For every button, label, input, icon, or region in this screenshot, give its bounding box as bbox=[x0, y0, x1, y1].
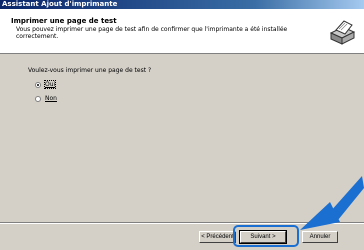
cancel-button[interactable]: Annuler bbox=[302, 231, 338, 243]
page-subtitle: Vous pouvez imprimer une page de test af… bbox=[16, 26, 288, 40]
radio-non[interactable]: Non bbox=[35, 94, 57, 103]
radio-oui[interactable]: Oui bbox=[35, 80, 57, 89]
radio-oui-button[interactable] bbox=[35, 81, 41, 88]
wizard-header: Imprimer une page de test Vous pouvez im… bbox=[0, 9, 364, 54]
page-title: Imprimer une page de test bbox=[11, 17, 117, 25]
back-button[interactable]: < Précédent bbox=[199, 231, 236, 243]
radio-non-label[interactable]: Non bbox=[45, 95, 57, 102]
window-title: Assistant Ajout d'imprimante bbox=[0, 0, 364, 9]
printer-icon bbox=[329, 20, 356, 45]
radio-oui-label[interactable]: Oui bbox=[43, 80, 57, 89]
radio-non-button[interactable] bbox=[35, 95, 41, 102]
pointer-arrow-icon bbox=[300, 176, 364, 230]
test-page-question: Voulez-vous imprimer une page de test ? bbox=[28, 67, 152, 74]
next-button-highlight bbox=[233, 225, 299, 247]
